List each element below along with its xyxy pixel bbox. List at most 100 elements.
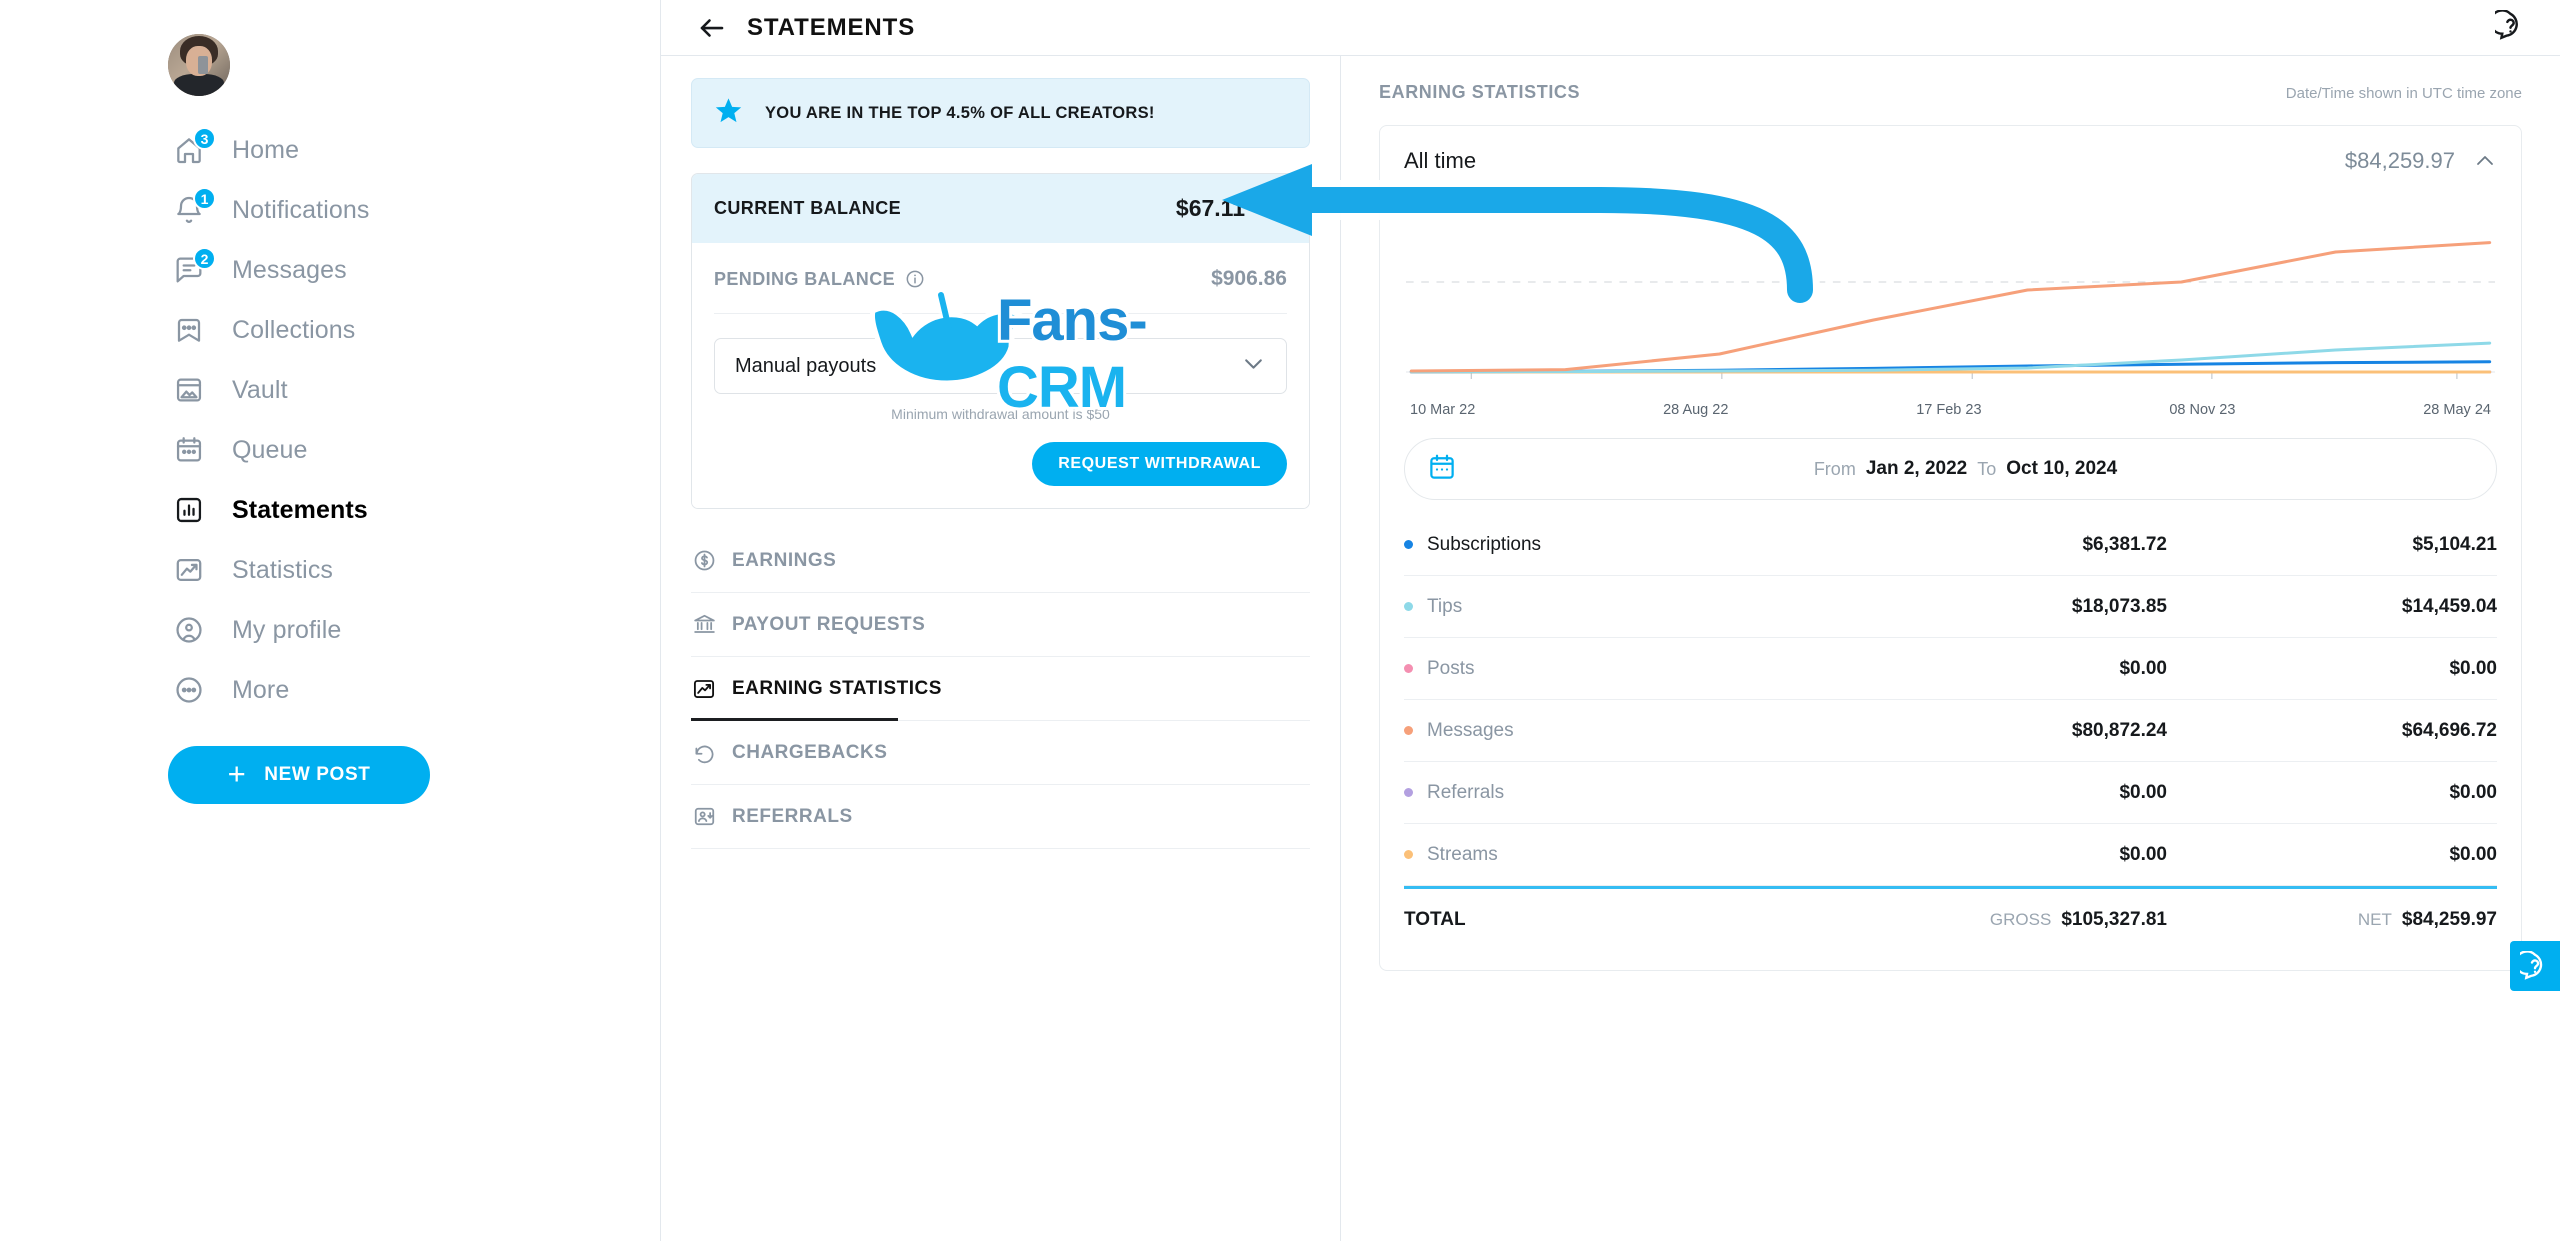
row-net: $0.00 (2449, 657, 2497, 679)
x-axis-tick: 28 Aug 22 (1663, 402, 1729, 418)
min-withdrawal-note: Minimum withdrawal amount is $50 (891, 406, 1110, 422)
statements-tab-list: EARNINGS PAYOUT REQUESTS EARNING STATISTIC… (691, 529, 1310, 849)
sidebar-item-home[interactable]: 3 Home (168, 120, 660, 180)
bell-icon: 1 (168, 187, 216, 231)
sidebar-item-label: Notifications (232, 195, 370, 224)
info-icon[interactable] (905, 269, 925, 289)
sidebar-item-label: More (232, 675, 290, 704)
series-color-dot (1404, 664, 1413, 673)
bookmark-stars-icon (168, 309, 210, 351)
help-icon[interactable] (2489, 8, 2526, 46)
bank-icon (691, 612, 717, 638)
earnings-breakdown-table: Subscriptions $6,381.72 $5,104.21 Tips $18,0… (1404, 514, 2497, 950)
x-axis-tick: 17 Feb 23 (1916, 402, 1982, 418)
all-time-header[interactable]: All time $84,259.97 (1404, 148, 2497, 174)
payout-mode-value: Manual payouts (735, 354, 877, 377)
series-color-dot (1404, 602, 1413, 611)
ellipsis-circle-icon (168, 669, 210, 711)
left-sidebar: 3 Home 1 Notifications 2 Messages Collections V… (0, 0, 660, 1241)
table-row: Referrals $0.00 $0.00 (1404, 762, 2497, 824)
undo-icon (691, 740, 717, 766)
table-total-row: TOTAL GROSS $105,327.81 NET $84,259.97 (1404, 886, 2497, 950)
trend-image-icon (691, 676, 717, 702)
dollar-circle-icon (691, 548, 717, 574)
to-value: Oct 10, 2024 (2006, 458, 2118, 479)
tab-label: EARNINGS (732, 549, 837, 571)
star-icon (714, 96, 743, 130)
tab-chargebacks[interactable]: CHARGEBACKS (691, 721, 1310, 785)
new-post-button[interactable]: + NEW POST (168, 746, 430, 804)
x-axis-tick: 10 Mar 22 (1410, 402, 1476, 418)
chevron-down-icon (1241, 351, 1266, 381)
sidebar-item-notifications[interactable]: 1 Notifications (168, 180, 660, 240)
table-row: Streams $0.00 $0.00 (1404, 824, 2497, 886)
content-columns: YOU ARE IN THE TOP 4.5% OF ALL CREATORS!… (661, 56, 2560, 1241)
top-creator-banner: YOU ARE IN THE TOP 4.5% OF ALL CREATORS! (691, 78, 1310, 148)
earning-statistics-header: EARNING STATISTICS Date/Time shown in UT… (1379, 82, 2522, 103)
trend-image-icon (168, 549, 210, 591)
balance-body: PENDING BALANCE $906.86 Manual payouts M… (692, 243, 1309, 508)
tab-label: PAYOUT REQUESTS (732, 613, 926, 635)
sidebar-item-vault[interactable]: Vault (168, 360, 660, 420)
row-gross: $18,073.85 (2071, 595, 2167, 617)
current-balance-header[interactable]: CURRENT BALANCE $67.11 (692, 174, 1309, 243)
badge-count: 2 (193, 247, 216, 270)
floating-help-button[interactable] (2510, 941, 2560, 991)
x-axis-tick: 28 May 24 (2423, 402, 2491, 418)
person-circle-icon (168, 609, 210, 651)
all-time-panel: All time $84,259.97 10 Mar 22 28 Aug 22 17… (1379, 125, 2522, 971)
sidebar-nav: 3 Home 1 Notifications 2 Messages Collections V… (168, 120, 660, 720)
sidebar-item-my-profile[interactable]: My profile (168, 600, 660, 660)
row-net: $0.00 (2449, 781, 2497, 803)
sidebar-item-statements[interactable]: Statements (168, 480, 660, 540)
balance-card: CURRENT BALANCE $67.11 PENDING BALANCE $… (691, 173, 1310, 509)
chat-icon: 2 (168, 247, 216, 291)
app-root: 3 Home 1 Notifications 2 Messages Collections V… (0, 0, 2560, 1241)
bar-chart-box-icon (168, 489, 210, 531)
table-row: Posts $0.00 $0.00 (1404, 638, 2497, 700)
period-amount: $84,259.97 (2344, 148, 2455, 173)
net-tag: NET (2357, 909, 2392, 929)
sidebar-item-more[interactable]: More (168, 660, 660, 720)
table-row: Subscriptions $6,381.72 $5,104.21 (1404, 514, 2497, 576)
new-post-label: NEW POST (264, 764, 371, 785)
row-net: $0.00 (2449, 843, 2497, 865)
tab-label: REFERRALS (732, 805, 853, 827)
series-color-dot (1404, 726, 1413, 735)
row-net: $5,104.21 (2412, 533, 2497, 555)
tab-payout-requests[interactable]: PAYOUT REQUESTS (691, 593, 1310, 657)
chart-x-axis: 10 Mar 22 28 Aug 22 17 Feb 23 08 Nov 23 28 M… (1404, 394, 2497, 418)
series-color-dot (1404, 850, 1413, 859)
date-range-picker[interactable]: From Jan 2, 2022 To Oct 10, 2024 (1404, 438, 2497, 500)
tab-earnings[interactable]: EARNINGS (691, 529, 1310, 593)
top-creator-text: YOU ARE IN THE TOP 4.5% OF ALL CREATORS! (765, 103, 1155, 122)
current-balance-value: $67.11 (1175, 195, 1245, 221)
request-withdrawal-button[interactable]: REQUEST WITHDRAWAL (1032, 442, 1287, 486)
pending-balance-row: PENDING BALANCE $906.86 (714, 243, 1287, 314)
image-box-icon (168, 369, 210, 411)
table-row: Messages $80,872.24 $64,696.72 (1404, 700, 2497, 762)
sidebar-item-label: Statements (232, 495, 368, 524)
tab-earning-statistics[interactable]: EARNING STATISTICS (691, 657, 1310, 721)
payout-mode-select[interactable]: Manual payouts (714, 338, 1287, 394)
sidebar-item-statistics[interactable]: Statistics (168, 540, 660, 600)
badge-count: 1 (193, 187, 216, 210)
back-arrow-icon[interactable] (695, 11, 729, 45)
sidebar-item-queue[interactable]: Queue (168, 420, 660, 480)
row-gross: $0.00 (2119, 781, 2167, 803)
period-label: All time (1404, 148, 1477, 173)
sidebar-item-collections[interactable]: Collections (168, 300, 660, 360)
sidebar-item-label: Collections (232, 315, 356, 344)
row-net: $64,696.72 (2401, 719, 2497, 741)
series-color-dot (1404, 788, 1413, 797)
row-gross: $0.00 (2119, 843, 2167, 865)
sidebar-item-label: Vault (232, 375, 288, 404)
sidebar-item-messages[interactable]: 2 Messages (168, 240, 660, 300)
tab-referrals[interactable]: REFERRALS (691, 785, 1310, 849)
top-bar: STATEMENTS (661, 0, 2560, 56)
row-label: Referrals (1427, 781, 1505, 803)
plus-icon: + (227, 756, 247, 791)
pending-balance-value: $906.86 (1211, 267, 1287, 290)
avatar[interactable] (168, 34, 230, 96)
badge-count: 3 (193, 127, 216, 150)
